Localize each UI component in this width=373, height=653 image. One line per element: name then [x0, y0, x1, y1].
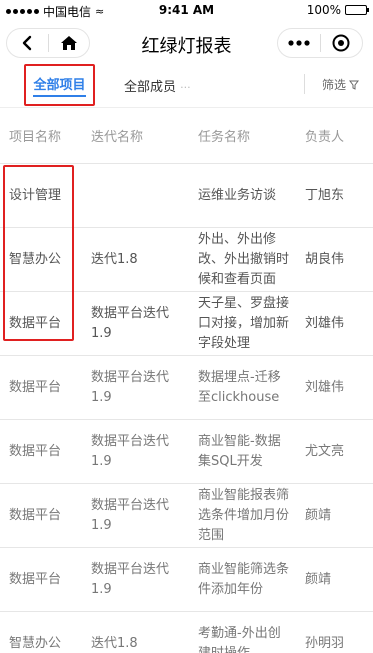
more-button[interactable] — [278, 29, 320, 57]
table-row[interactable]: 数据平台 数据平台迭代1.9 商业智能报表筛选条件增加月份范围 颜靖 — [0, 484, 373, 548]
cell-owner: 刘雄伟 — [305, 315, 345, 331]
cell-task: 商业智能筛选条件添加年份 — [198, 561, 290, 597]
funnel-icon — [349, 80, 359, 90]
table-header: 项目名称 迭代名称 任务名称 负责人 — [0, 108, 373, 164]
cell-iteration: 数据平台迭代1.9 — [91, 433, 170, 469]
header-iteration: 迭代名称 — [91, 130, 144, 145]
cell-iteration: 数据平台迭代1.9 — [91, 369, 170, 405]
cell-owner: 孙明羽 — [305, 635, 345, 651]
cell-project: 数据平台 — [9, 379, 62, 395]
cell-task: 考勤通-外出创建时操作 — [198, 625, 281, 653]
table-row[interactable]: 设计管理 运维业务访谈 丁旭东 — [0, 164, 373, 228]
report-table: 项目名称 迭代名称 任务名称 负责人 设计管理 运维业务访谈 丁旭东 智慧办公 … — [0, 108, 373, 653]
cell-task: 商业智能-数据集SQL开发 — [198, 433, 281, 469]
header-project: 项目名称 — [9, 130, 62, 145]
cell-owner: 颜靖 — [305, 507, 332, 523]
cell-task: 商业智能报表筛选条件增加月份范围 — [198, 487, 290, 543]
battery-icon — [345, 5, 369, 15]
cell-owner: 胡良伟 — [305, 251, 345, 267]
nav-right-capsule — [277, 28, 363, 58]
cell-project: 数据平台 — [9, 443, 62, 459]
cell-project: 智慧办公 — [9, 635, 62, 651]
target-circle-icon — [332, 34, 350, 52]
cell-iteration: 迭代1.8 — [91, 635, 138, 651]
cell-iteration: 迭代1.8 — [91, 251, 138, 267]
cell-task: 数据埋点-迁移至clickhouse — [198, 369, 281, 405]
filter-button[interactable]: 筛选 — [322, 76, 359, 93]
tab-all-members[interactable]: 全部成员 ··· — [124, 76, 191, 95]
tab-all-members-label: 全部成员 — [124, 80, 177, 95]
table-row[interactable]: 智慧办公 迭代1.8 考勤通-外出创建时操作 孙明羽 — [0, 612, 373, 653]
table-row[interactable]: 数据平台 数据平台迭代1.9 商业智能-数据集SQL开发 尤文亮 — [0, 420, 373, 484]
status-bar: 中国电信 ≈ 9:41 AM 100% — [0, 0, 373, 20]
cell-project: 智慧办公 — [9, 251, 62, 267]
battery-percent: 100% — [306, 3, 341, 17]
cell-project: 数据平台 — [9, 315, 62, 331]
header-owner: 负责人 — [305, 130, 345, 145]
tab-all-projects-label: 全部项目 — [33, 74, 86, 97]
cell-owner: 尤文亮 — [305, 443, 345, 459]
filter-label: 筛选 — [321, 78, 346, 92]
cell-iteration: 数据平台迭代1.9 — [91, 305, 170, 341]
table-row[interactable]: 数据平台 数据平台迭代1.9 数据埋点-迁移至clickhouse 刘雄伟 — [0, 356, 373, 420]
cell-owner: 刘雄伟 — [305, 379, 345, 395]
table-row[interactable]: 数据平台 数据平台迭代1.9 天子星、罗盘接口对接，增加新字段处理 刘雄伟 — [0, 292, 373, 356]
tab-all-projects[interactable]: 全部项目 — [24, 64, 95, 106]
table-row[interactable]: 智慧办公 迭代1.8 外出、外出修改、外出撤销时候和查看页面 胡良伟 — [0, 228, 373, 292]
cell-project: 数据平台 — [9, 571, 62, 587]
table-row[interactable]: 数据平台 数据平台迭代1.9 商业智能筛选条件添加年份 颜靖 — [0, 548, 373, 612]
battery-info: 100% — [306, 3, 369, 17]
cell-iteration: 数据平台迭代1.9 — [91, 497, 170, 533]
cell-project: 数据平台 — [9, 507, 62, 523]
cell-task: 运维业务访谈 — [198, 187, 277, 203]
filter-bar: 全部项目 全部成员 ··· 筛选 — [0, 64, 373, 108]
cell-task: 天子星、罗盘接口对接，增加新字段处理 — [198, 295, 290, 351]
cell-owner: 颜靖 — [305, 571, 332, 587]
cell-task: 外出、外出修改、外出撤销时候和查看页面 — [198, 231, 290, 287]
cell-project: 设计管理 — [9, 187, 62, 203]
header-task: 任务名称 — [198, 130, 251, 145]
more-dots-icon — [288, 40, 310, 46]
close-button[interactable] — [321, 29, 363, 57]
cell-owner: 丁旭东 — [305, 187, 345, 203]
filter-divider — [304, 74, 305, 94]
nav-bar: 红绿灯报表 — [0, 20, 373, 64]
dropdown-dots-icon: ··· — [180, 81, 191, 94]
cell-iteration: 数据平台迭代1.9 — [91, 561, 170, 597]
